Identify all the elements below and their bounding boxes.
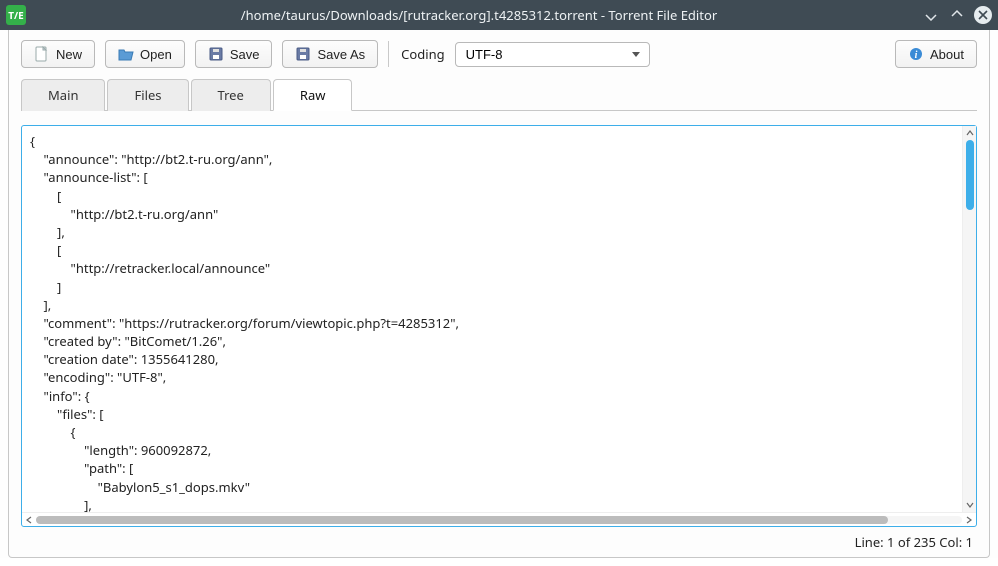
save-button[interactable]: Save bbox=[195, 40, 273, 68]
toolbar: New Open Save Save As Codin bbox=[21, 38, 977, 78]
svg-text:i: i bbox=[915, 50, 918, 61]
tab-files[interactable]: Files bbox=[107, 79, 188, 111]
close-button[interactable] bbox=[974, 6, 992, 24]
open-button-label: Open bbox=[140, 47, 172, 62]
status-bar: Line: 1 of 235 Col: 1 bbox=[21, 527, 977, 557]
maximize-button[interactable] bbox=[948, 6, 966, 24]
toolbar-separator bbox=[388, 41, 389, 67]
window-title: /home/taurus/Downloads/[rutracker.org].t… bbox=[36, 6, 922, 24]
tab-tree[interactable]: Tree bbox=[191, 79, 271, 111]
scroll-down-icon[interactable] bbox=[963, 498, 976, 512]
horizontal-scrollbar[interactable] bbox=[22, 512, 976, 526]
info-icon: i bbox=[908, 46, 924, 62]
tab-raw[interactable]: Raw bbox=[273, 79, 353, 111]
save-floppy-icon bbox=[208, 46, 224, 62]
new-button[interactable]: New bbox=[21, 40, 95, 68]
about-button-label: About bbox=[930, 47, 964, 62]
about-button[interactable]: i About bbox=[895, 40, 977, 68]
new-file-icon bbox=[34, 46, 50, 62]
tab-main[interactable]: Main bbox=[21, 79, 105, 111]
title-bar: T/E /home/taurus/Downloads/[rutracker.or… bbox=[0, 0, 998, 30]
window-controls bbox=[922, 6, 992, 24]
open-button[interactable]: Open bbox=[105, 40, 185, 68]
save-as-button-label: Save As bbox=[317, 47, 365, 62]
vertical-scrollbar[interactable] bbox=[962, 126, 976, 512]
raw-text-editor[interactable]: { "announce": "http://bt2.t-ru.org/ann",… bbox=[22, 126, 962, 512]
save-as-button[interactable]: Save As bbox=[282, 40, 378, 68]
scroll-up-icon[interactable] bbox=[963, 126, 976, 140]
app-icon: T/E bbox=[6, 5, 26, 25]
coding-select[interactable]: UTF-8 bbox=[455, 42, 650, 67]
tab-bar: Main Files Tree Raw bbox=[21, 78, 977, 111]
new-button-label: New bbox=[56, 47, 82, 62]
coding-label: Coding bbox=[401, 45, 444, 63]
scroll-right-icon[interactable] bbox=[962, 513, 976, 526]
save-button-label: Save bbox=[230, 47, 260, 62]
scroll-left-icon[interactable] bbox=[22, 513, 36, 526]
minimize-button[interactable] bbox=[922, 6, 940, 24]
open-folder-icon bbox=[118, 46, 134, 62]
raw-editor-frame: { "announce": "http://bt2.t-ru.org/ann",… bbox=[21, 125, 977, 527]
save-as-floppy-icon bbox=[295, 46, 311, 62]
horizontal-scroll-thumb[interactable] bbox=[36, 516, 888, 524]
vertical-scroll-thumb[interactable] bbox=[966, 140, 974, 210]
